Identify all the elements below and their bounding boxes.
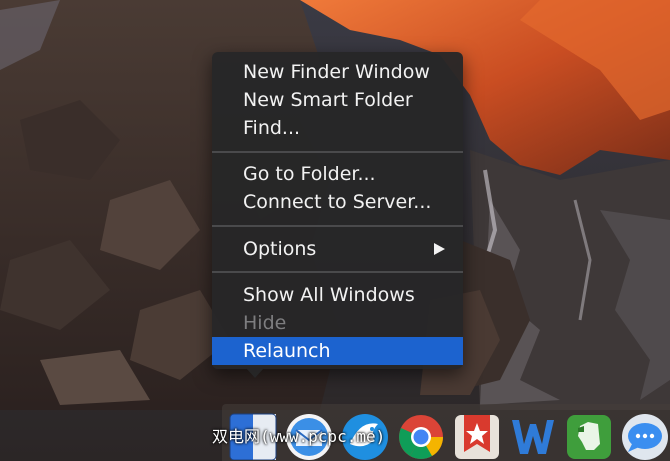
wunderlist-icon[interactable] — [452, 410, 502, 460]
menu-item-show-all-windows[interactable]: Show All Windows — [212, 281, 463, 309]
menu-item-new-smart-folder[interactable]: New Smart Folder — [212, 86, 463, 114]
menu-separator — [212, 271, 463, 273]
menu-item-relaunch[interactable]: Relaunch — [212, 337, 463, 365]
menu-item-new-finder-window[interactable]: New Finder Window — [212, 58, 463, 86]
menu-item-hide: Hide — [243, 312, 287, 334]
word-icon[interactable] — [508, 410, 558, 460]
watermark: 双电网(www.pcpc.me) — [212, 427, 386, 446]
menu-item-options[interactable]: Options — [212, 235, 463, 263]
messages-icon[interactable] — [620, 410, 670, 460]
dock-context-menu: New Finder Window New Smart Folder Find.… — [212, 52, 463, 369]
menu-item-label: Options — [243, 238, 317, 260]
menu-item-go-to-folder[interactable]: Go to Folder... — [212, 160, 463, 188]
chrome-icon[interactable] — [396, 410, 446, 460]
menu-item-connect-to-server[interactable]: Connect to Server... — [212, 188, 463, 216]
menu-separator — [212, 225, 463, 227]
submenu-arrow-icon — [434, 243, 445, 255]
menu-item-find[interactable]: Find... — [212, 114, 463, 142]
menu-separator — [212, 151, 463, 153]
evernote-icon[interactable] — [564, 410, 614, 460]
menu-pointer — [246, 368, 264, 378]
